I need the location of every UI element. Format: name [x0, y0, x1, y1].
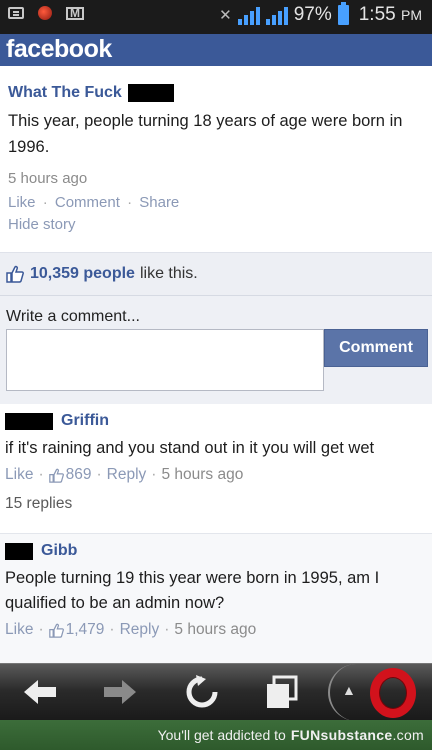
separator: ·: [42, 194, 48, 211]
comment-like-count[interactable]: 1,479: [66, 621, 105, 639]
story-text: This year, people turning 18 years of ag…: [8, 112, 403, 156]
separator: ·: [38, 466, 44, 483]
thumbs-up-icon: [6, 265, 24, 283]
chevron-up-icon: ▲: [342, 682, 356, 698]
separator: ·: [164, 621, 170, 638]
thumbs-up-icon: [48, 623, 64, 638]
view-replies-link[interactable]: 15 replies: [5, 495, 427, 513]
comment-actions: Like · 1,479 · Reply · 5 hours ago: [5, 621, 427, 639]
footer-brand-domain: .com: [392, 727, 424, 743]
likes-summary[interactable]: 10,359 people like this.: [0, 252, 432, 296]
comment-item: Griffin if it's raining and you stand ou…: [0, 404, 432, 534]
commenter-name[interactable]: Griffin: [61, 412, 109, 430]
forward-arrow-icon: [104, 680, 136, 704]
commenter-name[interactable]: Gibb: [41, 542, 77, 560]
separator: ·: [127, 194, 133, 211]
forward-button[interactable]: [98, 672, 142, 712]
footer-text: You'll get addicted to: [157, 727, 286, 743]
cell-signal-icon: [265, 5, 288, 25]
write-comment-section: Write a comment... Comment: [0, 296, 432, 404]
separator: ·: [109, 621, 115, 638]
clock: 1:55 PM: [359, 4, 422, 26]
share-link[interactable]: Share: [139, 194, 179, 211]
status-bar: ✕ 97% 1:55 PM: [0, 0, 432, 34]
app-notification-icon: [38, 6, 52, 20]
message-icon: [8, 7, 24, 19]
story-timestamp[interactable]: 5 hours ago: [8, 170, 424, 187]
redaction-bar: [5, 542, 33, 560]
comment-timestamp: 5 hours ago: [161, 466, 244, 483]
poster-name[interactable]: What The Fuck: [8, 84, 122, 102]
mute-icon: ✕: [219, 7, 232, 24]
back-button[interactable]: [18, 672, 62, 712]
watermark-footer: You'll get addicted to FUNsubstance.com: [0, 720, 432, 750]
likes-suffix: like this.: [139, 265, 198, 282]
story-card: What The Fuck This year, people turning …: [0, 66, 432, 252]
system-indicators: ✕ 97% 1:55 PM: [219, 2, 422, 26]
commenter[interactable]: Griffin: [5, 404, 427, 430]
clock-ampm: PM: [401, 7, 422, 23]
data-signal-icon: [237, 5, 260, 25]
footer-brand-name: FUNsubstance: [290, 727, 393, 743]
separator: ·: [151, 466, 157, 483]
notification-icons: [8, 6, 84, 20]
facebook-logo[interactable]: facebook: [6, 35, 112, 64]
opera-menu-button[interactable]: ▲: [328, 664, 432, 721]
comment-link[interactable]: Comment: [55, 194, 120, 211]
footer-brand: FUNsubstance.com: [291, 727, 424, 743]
like-link[interactable]: Like: [8, 194, 36, 211]
story-actions: Like · Comment · Share: [8, 194, 424, 211]
comment-item: Gibb People turning 19 this year were bo…: [0, 534, 432, 664]
thumbs-up-icon: [48, 468, 64, 483]
redaction-bar: [5, 412, 53, 430]
comment-submit-button[interactable]: Comment: [324, 329, 428, 367]
comment-input[interactable]: [6, 329, 324, 391]
write-comment-label: Write a comment...: [6, 308, 140, 325]
opera-menu-icon: [370, 668, 416, 718]
gmail-icon: [66, 6, 84, 20]
back-arrow-icon: [24, 680, 56, 704]
comment-like-link[interactable]: Like: [5, 621, 33, 639]
comment-like-link[interactable]: Like: [5, 466, 33, 484]
comment-text: if it's raining and you stand out in it …: [5, 439, 375, 457]
battery-icon: [337, 2, 349, 25]
separator: ·: [38, 621, 44, 638]
likes-count[interactable]: 10,359 people: [30, 265, 135, 283]
clock-time: 1:55: [358, 4, 396, 25]
comment-text: People turning 19 this year were born in…: [5, 569, 380, 612]
comment-reply-link[interactable]: Reply: [120, 621, 160, 639]
redaction-bar: [127, 84, 174, 102]
reload-icon: [186, 675, 218, 708]
story-poster[interactable]: What The Fuck: [8, 84, 424, 102]
separator: ·: [96, 466, 102, 483]
browser-toolbar: ▲: [0, 663, 432, 721]
comment-timestamp: 5 hours ago: [174, 621, 257, 638]
reload-button[interactable]: [180, 672, 224, 712]
facebook-header: facebook: [0, 34, 432, 66]
comment-reply-link[interactable]: Reply: [107, 466, 147, 484]
comment-actions: Like · 869 · Reply · 5 hours ago: [5, 466, 427, 484]
battery-percent: 97%: [293, 4, 332, 25]
tabs-button[interactable]: [260, 672, 304, 712]
comment-like-count[interactable]: 869: [66, 466, 92, 484]
commenter[interactable]: Gibb: [5, 534, 427, 560]
tabs-icon: [267, 675, 298, 708]
hide-story-link[interactable]: Hide story: [8, 216, 424, 233]
